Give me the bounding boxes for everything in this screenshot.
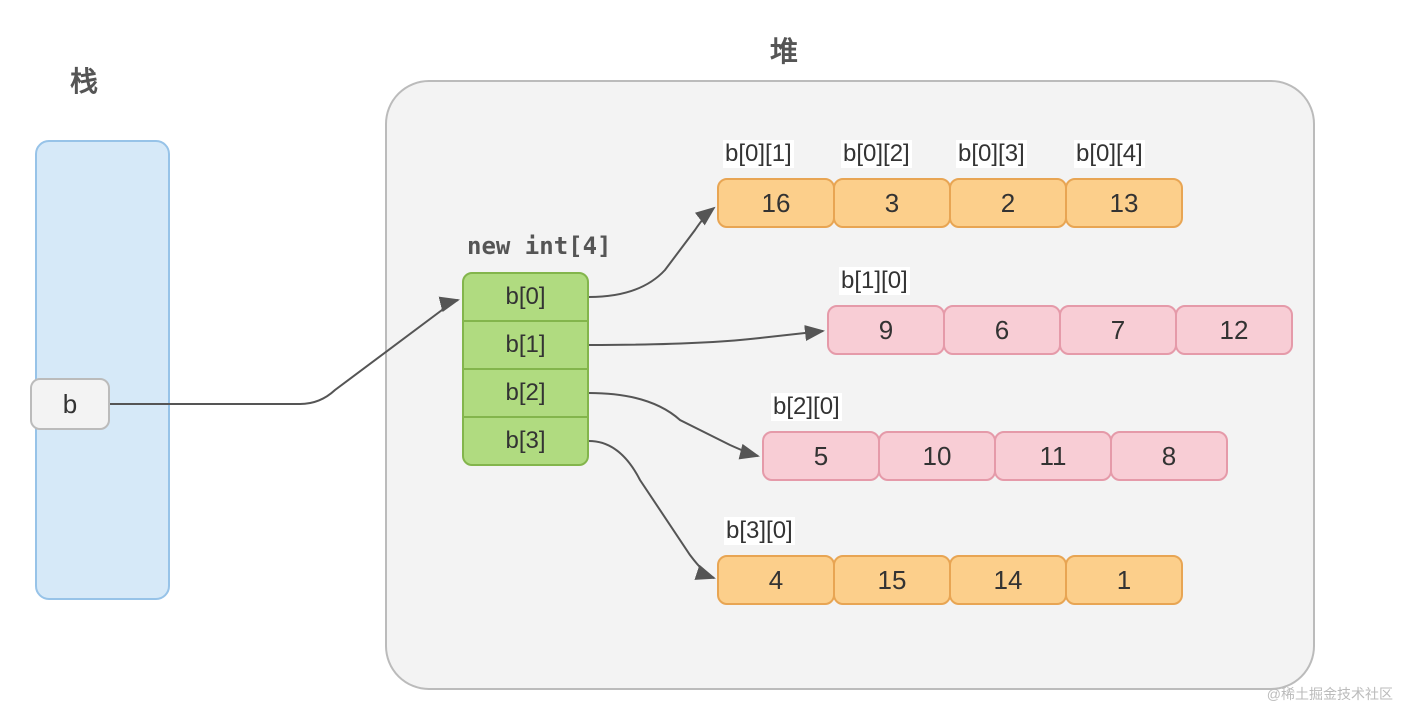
idx-label-2-0: b[2][0] — [771, 393, 842, 421]
outer-cell-0: b[0] — [462, 272, 589, 322]
inner-row-1: 9 6 7 12 — [827, 305, 1291, 355]
cell-3-2: 14 — [949, 555, 1067, 605]
idx-label-0-1: b[0][1] — [723, 140, 794, 168]
new-int-label: new int[4] — [467, 232, 612, 260]
cell-3-1: 15 — [833, 555, 951, 605]
outer-cell-3: b[3] — [462, 416, 589, 466]
idx-label-0-2: b[0][2] — [841, 140, 912, 168]
outer-array: b[0] b[1] b[2] b[3] — [462, 272, 589, 466]
cell-2-0: 5 — [762, 431, 880, 481]
cell-1-3: 12 — [1175, 305, 1293, 355]
cell-2-3: 8 — [1110, 431, 1228, 481]
cell-1-1: 6 — [943, 305, 1061, 355]
watermark: @稀土掘金技术社区 — [1267, 684, 1393, 704]
cell-0-1: 3 — [833, 178, 951, 228]
outer-cell-2: b[2] — [462, 368, 589, 418]
cell-1-2: 7 — [1059, 305, 1177, 355]
idx-label-1-0: b[1][0] — [839, 267, 910, 295]
inner-row-0: 16 3 2 13 — [717, 178, 1181, 228]
cell-0-0: 16 — [717, 178, 835, 228]
inner-row-2: 5 10 11 8 — [762, 431, 1226, 481]
idx-label-3-0: b[3][0] — [724, 517, 795, 545]
cell-1-0: 9 — [827, 305, 945, 355]
cell-0-3: 13 — [1065, 178, 1183, 228]
idx-label-0-3: b[0][3] — [956, 140, 1027, 168]
idx-label-0-4: b[0][4] — [1074, 140, 1145, 168]
heap-title: 堆 — [770, 30, 798, 70]
stack-region — [35, 140, 170, 600]
variable-b: b — [30, 378, 110, 430]
cell-2-1: 10 — [878, 431, 996, 481]
outer-cell-1: b[1] — [462, 320, 589, 370]
cell-2-2: 11 — [994, 431, 1112, 481]
cell-3-0: 4 — [717, 555, 835, 605]
stack-title: 栈 — [70, 60, 98, 100]
cell-3-3: 1 — [1065, 555, 1183, 605]
inner-row-3: 4 15 14 1 — [717, 555, 1181, 605]
cell-0-2: 2 — [949, 178, 1067, 228]
